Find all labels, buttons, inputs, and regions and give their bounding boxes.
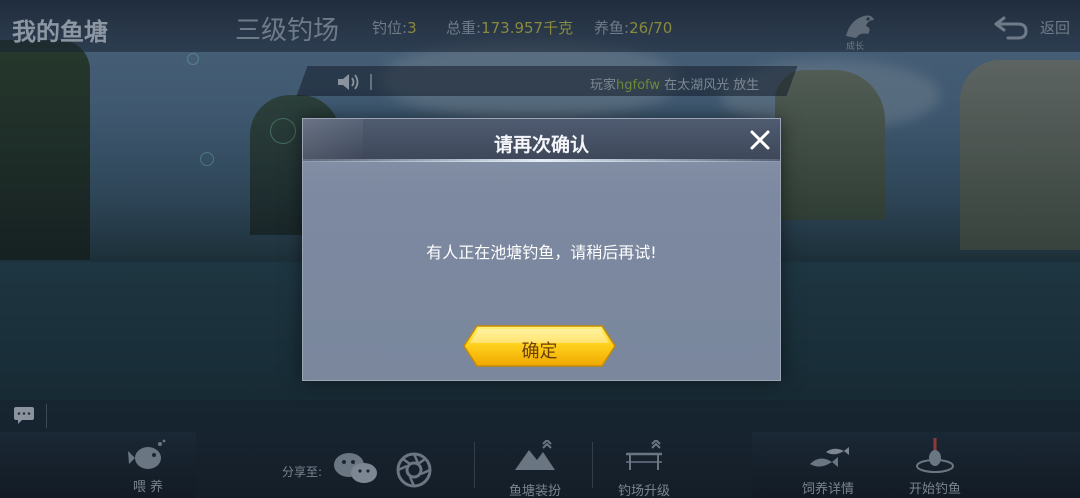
divider	[474, 442, 475, 488]
bubble	[187, 53, 199, 65]
confirm-button[interactable]: 确定	[463, 325, 616, 367]
fishing-spot-stat: 钓位:3	[372, 17, 417, 38]
fishing-rod-icon	[626, 440, 662, 470]
fishing-spot-value: 3	[407, 19, 417, 37]
dialog-message: 有人正在池塘钓鱼，请稍后再试!	[426, 243, 657, 262]
field-upgrade-label: 钓场升级	[617, 484, 670, 498]
total-weight-value: 173.957千克	[481, 19, 574, 37]
broadcast-message: 玩家hgfofw 在太湖风光 放生	[590, 74, 759, 93]
dialog-title: 请再次确认	[493, 134, 589, 156]
confirm-dialog: 请再次确认 有人正在池塘钓鱼，请稍后再试! 确定	[302, 118, 781, 381]
mountain-icon	[515, 440, 555, 470]
raise-detail-label: 饲养详情	[801, 482, 854, 497]
feed-button[interactable]: 喂 养	[118, 438, 178, 495]
page-title: 我的鱼塘	[12, 18, 108, 46]
raised-fish-value: 26/70	[629, 19, 673, 37]
growth-label: 成长	[846, 42, 865, 52]
venue-name: 三级钓场	[235, 16, 340, 46]
dialog-header-divider	[303, 159, 780, 162]
field-upgrade-button[interactable]: 钓场升级	[612, 440, 676, 498]
chat-divider	[46, 404, 47, 428]
feed-label: 喂 养	[132, 480, 164, 495]
chat-strip	[0, 400, 1080, 432]
moments-icon[interactable]	[396, 452, 432, 488]
raised-fish-stat: 养鱼:26/70	[594, 17, 672, 38]
bubble	[270, 118, 296, 144]
total-weight-label: 总重:	[446, 19, 482, 37]
broadcast-suffix: 在太湖风光 放生	[660, 78, 760, 93]
chat-icon[interactable]	[13, 406, 35, 424]
speaker-icon	[338, 74, 359, 90]
raised-fish-label: 养鱼:	[594, 19, 630, 37]
start-fishing-button[interactable]: 开始钓鱼	[900, 436, 970, 497]
fishing-spot-label: 钓位:	[372, 19, 408, 37]
broadcast-username: hgfofw	[616, 78, 661, 93]
confirm-label: 确定	[521, 341, 558, 362]
pond-decor-button[interactable]: 鱼塘装扮	[500, 440, 570, 498]
back-label[interactable]: 返回	[1040, 17, 1070, 38]
fish-feed-icon	[128, 439, 166, 469]
bobber-icon	[916, 438, 954, 473]
fish-group-icon	[810, 447, 849, 467]
start-fishing-label: 开始钓鱼	[908, 482, 961, 497]
divider	[592, 442, 593, 488]
wechat-icon[interactable]	[332, 451, 380, 487]
bubble	[200, 152, 214, 166]
pond-decor-label: 鱼塘装扮	[508, 484, 561, 498]
total-weight-stat: 总重:173.957千克	[446, 17, 573, 38]
close-icon[interactable]	[749, 129, 771, 151]
raise-detail-button[interactable]: 饲养详情	[792, 440, 864, 497]
ticker-divider	[370, 74, 372, 90]
share-label: 分享至:	[282, 465, 323, 479]
broadcast-prefix: 玩家	[590, 78, 617, 93]
